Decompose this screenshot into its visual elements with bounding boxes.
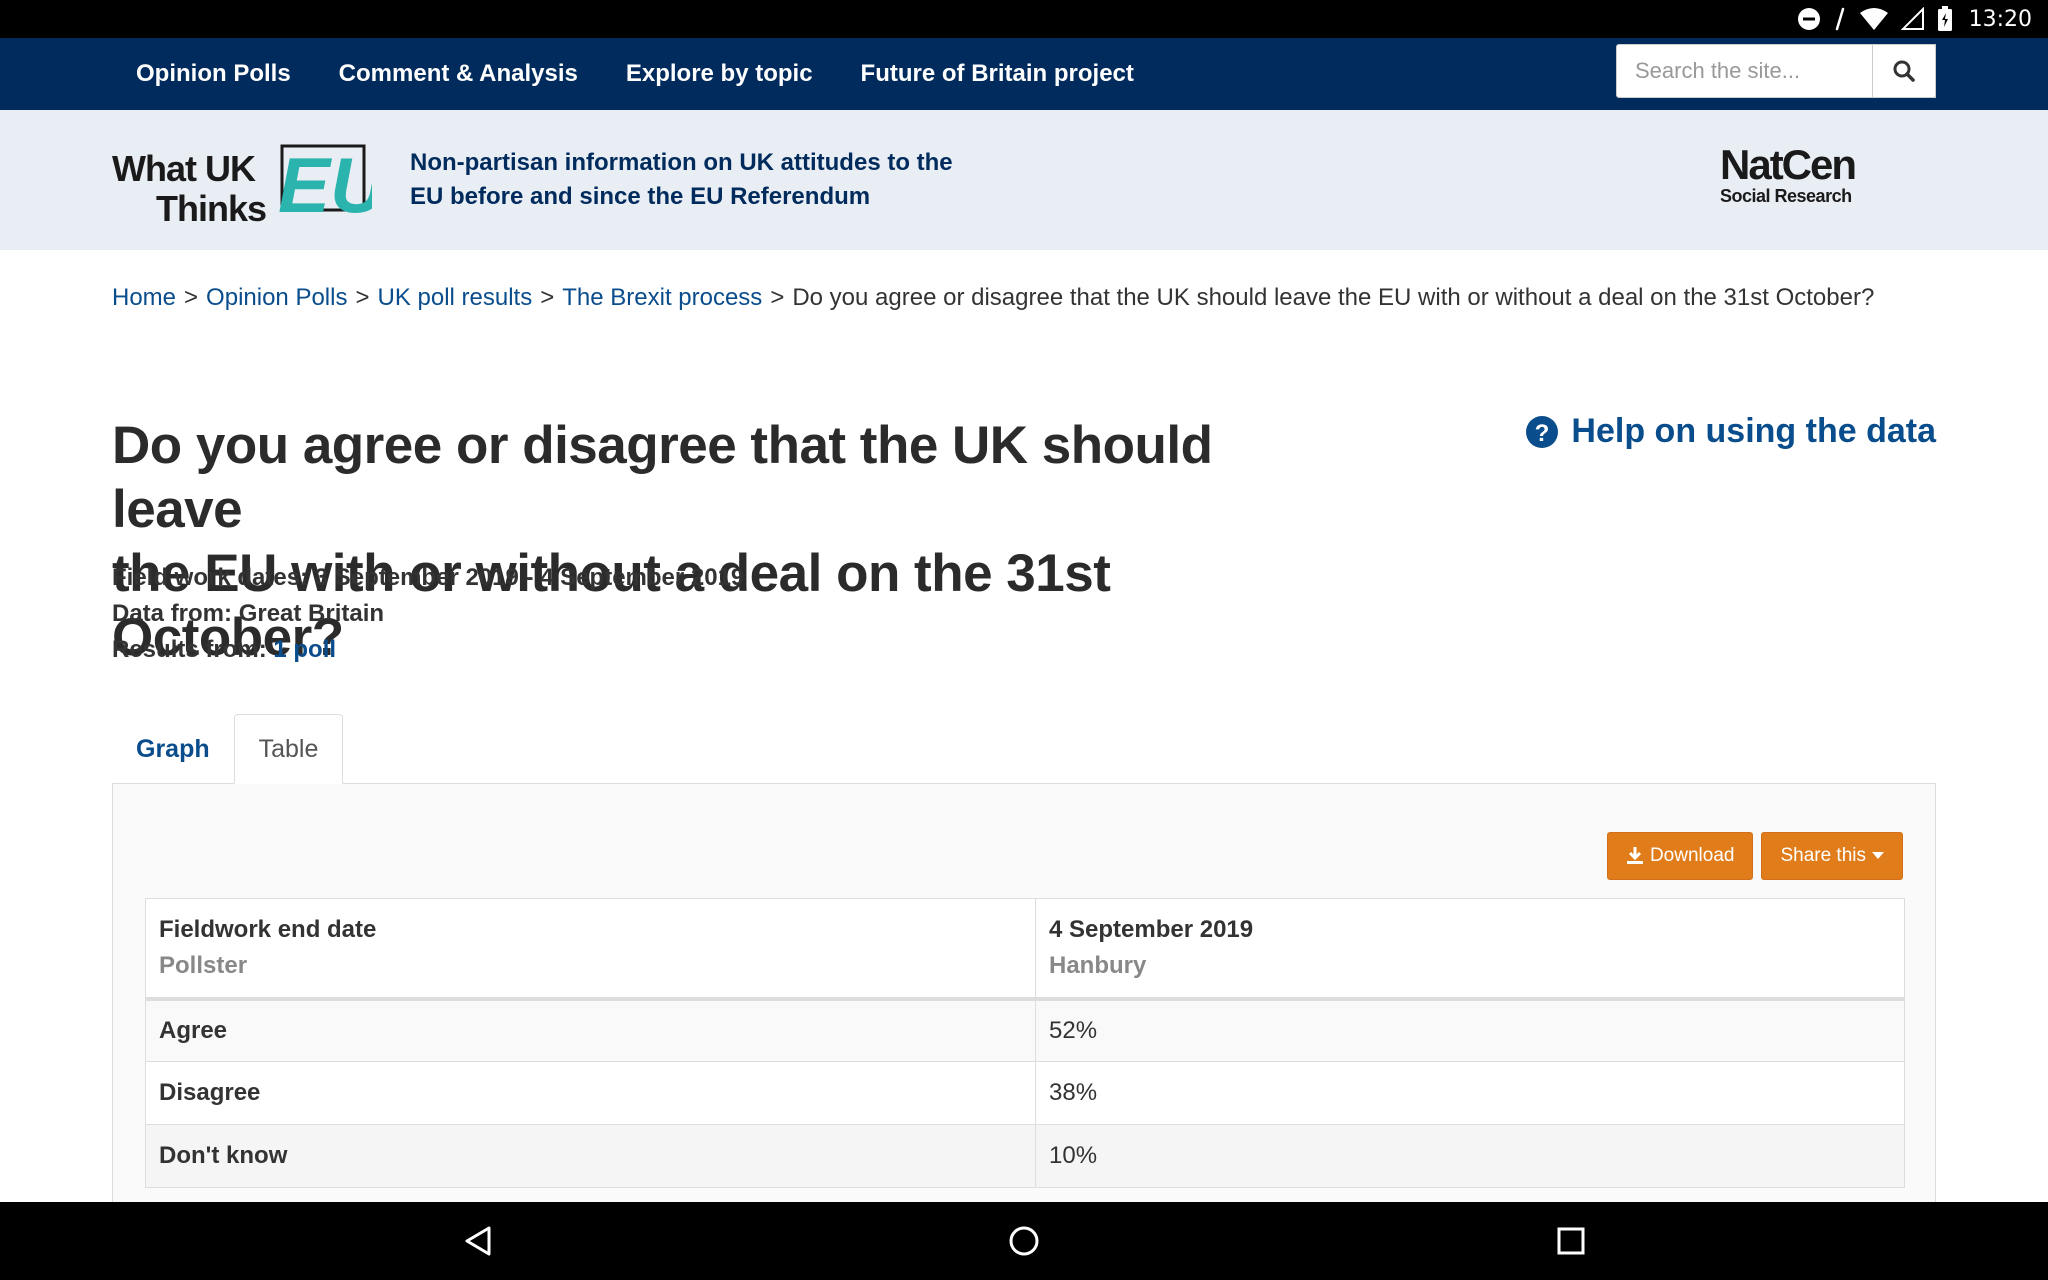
site-header: What UK Thinks EU Non-partisan informati… bbox=[0, 110, 2048, 250]
share-button[interactable]: Share this bbox=[1761, 832, 1903, 880]
help-link[interactable]: ? Help on using the data bbox=[1525, 412, 1936, 451]
wifi-icon bbox=[1859, 8, 1888, 30]
natcen-name: NatCen bbox=[1720, 141, 1857, 188]
panel-actions: Download Share this bbox=[1606, 832, 1903, 880]
view-tabs: Graph Table bbox=[112, 714, 344, 784]
breadcrumb-home[interactable]: Home bbox=[112, 284, 176, 311]
header-fieldwork-end-date: Fieldwork end date bbox=[159, 915, 377, 943]
data-from-value: Great Britain bbox=[238, 600, 385, 627]
question-circle-icon: ? bbox=[1526, 415, 1559, 448]
status-bar: 13:20 bbox=[0, 0, 2048, 38]
row-value: 52% bbox=[1035, 998, 1905, 1062]
back-button[interactable] bbox=[458, 1221, 498, 1261]
header-poll-pollster: Hanbury bbox=[1049, 951, 1147, 979]
results-table: Fieldwork end date Pollster 4 September … bbox=[145, 898, 1905, 1188]
header-cell-poll: 4 September 2019 Hanbury bbox=[1035, 898, 1905, 1001]
logo-eu-mark: EU bbox=[278, 141, 372, 222]
table-row: Disagree 38% bbox=[145, 1061, 1905, 1125]
natcen-subtitle: Social Research bbox=[1720, 186, 1852, 206]
search-icon bbox=[1893, 60, 1915, 82]
recents-button[interactable] bbox=[1551, 1221, 1591, 1261]
row-value: 10% bbox=[1035, 1124, 1905, 1188]
nav-link-explore-by-topic[interactable]: Explore by topic bbox=[626, 60, 813, 88]
logo-text-line2: Thinks bbox=[156, 188, 267, 229]
back-triangle-icon bbox=[465, 1226, 491, 1256]
logo-eu-text: EU bbox=[278, 141, 372, 222]
table-row: Don't know 10% bbox=[145, 1124, 1905, 1188]
breadcrumb-separator: > bbox=[355, 284, 370, 311]
table-row: Agree 52% bbox=[145, 998, 1905, 1062]
data-from-label: Data from: bbox=[112, 600, 233, 627]
nav-link-comment-analysis[interactable]: Comment & Analysis bbox=[339, 60, 578, 88]
system-navigation-bar bbox=[0, 1202, 2048, 1280]
breadcrumb-opinion-polls[interactable]: Opinion Polls bbox=[206, 284, 347, 311]
download-button[interactable]: Download bbox=[1606, 832, 1754, 880]
home-circle-icon bbox=[1009, 1226, 1039, 1256]
fieldwork-label: Field work dates: bbox=[112, 564, 309, 591]
tab-table[interactable]: Table bbox=[233, 714, 344, 784]
status-icons: 13:20 bbox=[1797, 0, 2032, 38]
breadcrumb-separator: > bbox=[184, 284, 199, 311]
do-not-disturb-icon bbox=[1797, 8, 1820, 30]
recents-square-icon bbox=[1557, 1227, 1585, 1255]
help-link-label: Help on using the data bbox=[1571, 412, 1936, 450]
poll-metadata: Field work dates: 3 September 2019 - 4 S… bbox=[112, 560, 744, 668]
status-time: 13:20 bbox=[1968, 6, 2032, 32]
header-poll-date: 4 September 2019 bbox=[1049, 915, 1254, 943]
home-button[interactable] bbox=[1004, 1221, 1044, 1261]
row-label: Disagree bbox=[145, 1061, 1036, 1125]
search-button[interactable] bbox=[1872, 44, 1936, 98]
nav-link-opinion-polls[interactable]: Opinion Polls bbox=[136, 60, 291, 88]
nav-links: Opinion Polls Comment & Analysis Explore… bbox=[136, 38, 1134, 110]
results-from: Results from: 1 poll bbox=[112, 632, 744, 668]
results-from-label: Results from: bbox=[112, 636, 267, 663]
fieldwork-value: 3 September 2019 - 4 September 2019 bbox=[314, 564, 745, 591]
download-label: Download bbox=[1649, 845, 1735, 866]
header-cell-labels: Fieldwork end date Pollster bbox=[145, 898, 1036, 1001]
page-title-line1: Do you agree or disagree that the UK sho… bbox=[112, 416, 1213, 539]
breadcrumb-separator: > bbox=[770, 284, 785, 311]
download-icon bbox=[1626, 847, 1643, 864]
header-pollster: Pollster bbox=[159, 951, 248, 979]
svg-text:?: ? bbox=[1535, 420, 1550, 447]
tab-graph[interactable]: Graph bbox=[112, 714, 234, 784]
breadcrumb: Home > Opinion Polls > UK poll results > The B… bbox=[112, 284, 1942, 312]
site-logo[interactable]: What UK Thinks EU bbox=[110, 136, 372, 229]
results-from-link[interactable]: 1 poll bbox=[273, 636, 336, 663]
table-header-row: Fieldwork end date Pollster 4 September … bbox=[145, 898, 1905, 1001]
signal-icon bbox=[1835, 7, 1844, 31]
battery-icon bbox=[1937, 6, 1952, 31]
table-panel: Download Share this Fieldwork end date P… bbox=[112, 783, 1936, 1203]
top-navigation: Opinion Polls Comment & Analysis Explore… bbox=[0, 38, 2048, 110]
row-label: Don't know bbox=[145, 1124, 1036, 1188]
data-from: Data from: Great Britain bbox=[112, 596, 744, 632]
row-value: 38% bbox=[1035, 1061, 1905, 1125]
site-tagline: Non-partisan information on UK attitudes… bbox=[410, 146, 1030, 214]
row-label: Agree bbox=[145, 998, 1036, 1062]
share-label: Share this bbox=[1780, 845, 1866, 866]
logo-text-line1: What UK bbox=[112, 148, 256, 189]
nav-link-future-of-britain[interactable]: Future of Britain project bbox=[861, 60, 1134, 88]
fieldwork-dates: Field work dates: 3 September 2019 - 4 S… bbox=[112, 560, 744, 596]
breadcrumb-current: Do you agree or disagree that the UK sho… bbox=[792, 284, 1875, 311]
cellular-icon bbox=[1900, 7, 1924, 30]
tagline-line1: Non-partisan information on UK attitudes… bbox=[410, 149, 953, 176]
caret-down-icon bbox=[1872, 852, 1884, 859]
natcen-logo[interactable]: NatCen Social Research bbox=[1720, 141, 1870, 207]
tagline-line2: EU before and since the EU Referendum bbox=[410, 183, 871, 210]
breadcrumb-uk-poll-results[interactable]: UK poll results bbox=[377, 284, 532, 311]
breadcrumb-brexit-process[interactable]: The Brexit process bbox=[562, 284, 762, 311]
breadcrumb-separator: > bbox=[540, 284, 555, 311]
